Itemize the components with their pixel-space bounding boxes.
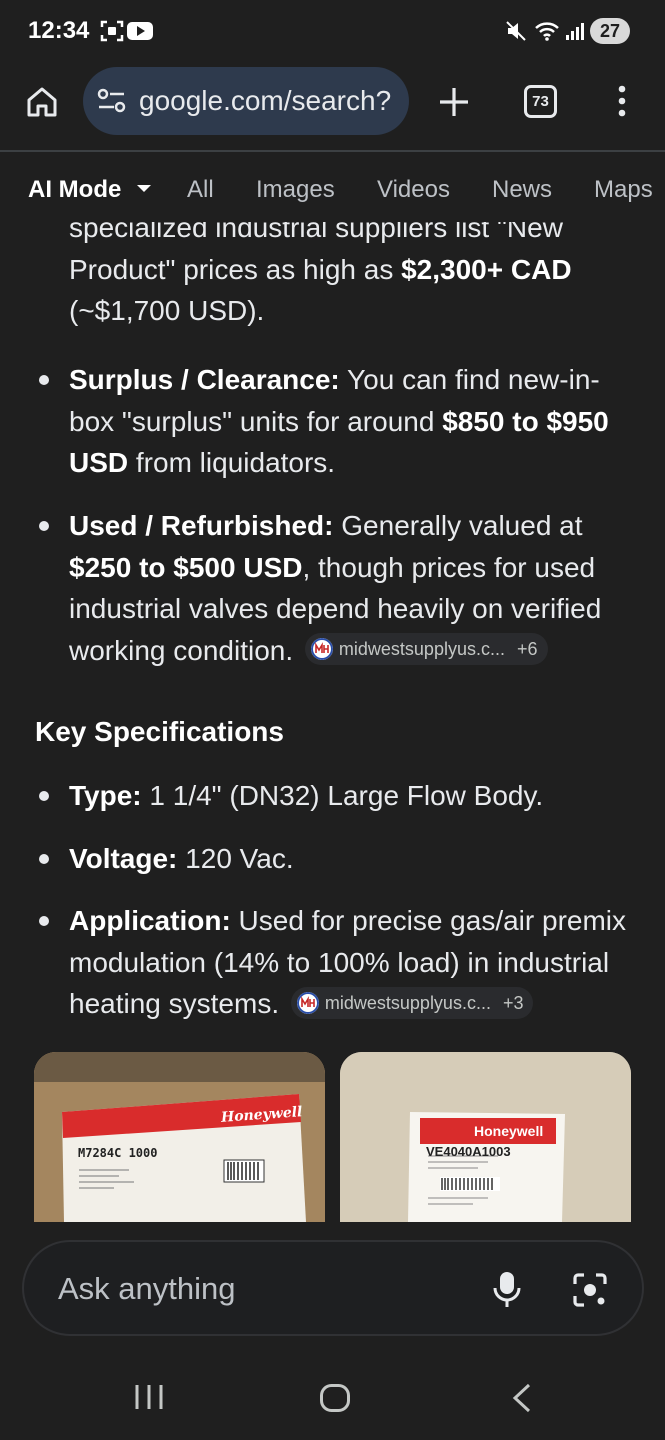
bullet	[39, 791, 49, 801]
product-photo-1	[34, 1052, 325, 1222]
bullet-label: Type:	[69, 780, 142, 811]
bullet-label: Used / Refurbished:	[69, 510, 334, 541]
answer-text: , though prices for used	[302, 551, 596, 583]
answer-line: Type: 1 1/4" (DN32) Large Flow Body.	[69, 775, 639, 817]
answer-line: Voltage: 120 Vac.	[69, 838, 639, 880]
url-text: google.com/search?	[139, 85, 392, 116]
answer-text: Used for precise gas/air premix	[230, 905, 627, 936]
answer-text: Product" prices as high as	[69, 253, 402, 285]
answer-text: box "surplus" units for around	[69, 405, 443, 437]
tab-news[interactable]: News	[492, 176, 552, 204]
answer-price: $2,300+ CAD	[401, 253, 572, 285]
answer-line: (~$1,700 USD).	[69, 295, 265, 326]
answer-line: Product" prices as high as $2,300+ CAD	[69, 249, 639, 291]
home-nav-icon[interactable]	[319, 1383, 351, 1413]
key-specifications-heading: Key Specifications	[35, 716, 284, 747]
system-nav-bar	[0, 1355, 665, 1440]
answer-text: heating systems.	[69, 988, 280, 1019]
answer-line: industrial valves depend heavily on veri…	[69, 593, 602, 624]
status-time: 12:34	[28, 17, 90, 44]
answer-text: 120 Vac.	[177, 843, 294, 874]
youtube-icon	[127, 22, 153, 40]
tab-images[interactable]: Images	[256, 176, 335, 204]
product-model: M7284C 1000	[78, 1146, 158, 1160]
citation-source: midwestsupplyus.c...	[324, 992, 491, 1013]
citation-count: +3	[502, 992, 524, 1013]
back-icon[interactable]	[510, 1383, 534, 1413]
bullet	[39, 375, 49, 385]
product-image-2[interactable]: Honeywell VE4040A1003	[340, 1052, 631, 1222]
product-model: VE4040A1003	[426, 1144, 511, 1159]
tab-maps[interactable]: Maps	[594, 176, 653, 204]
answer-line: working condition. midwestsupplyus.c... +…	[69, 630, 639, 672]
answer-text: You can find new-in-	[339, 364, 600, 395]
bullet-label: Voltage:	[69, 843, 178, 874]
chevron-down-icon	[137, 185, 151, 192]
site-settings-icon[interactable]	[97, 88, 127, 114]
bullet	[39, 916, 49, 926]
battery-badge: 27	[590, 18, 630, 44]
tab-ai-mode-label: AI Mode	[28, 176, 122, 203]
status-bar: 12:34 27	[0, 0, 665, 62]
product-brand: Honeywell	[474, 1123, 544, 1139]
bullet-label: Surplus / Clearance:	[69, 364, 340, 395]
answer-price: $850 to $950	[442, 405, 609, 437]
answer-text: 1 1/4" (DN32) Large Flow Body.	[141, 780, 544, 811]
citation-chip[interactable]: midwestsupplyus.c... +6	[304, 633, 548, 666]
answer-partial-paragraph: specialized industrial suppliers list "N…	[69, 222, 639, 332]
answer-line: Application: Used for precise gas/air pr…	[69, 900, 639, 942]
answer-text: working condition.	[69, 634, 294, 666]
citation-source: midwestsupplyus.c...	[338, 639, 505, 660]
recents-icon[interactable]	[133, 1383, 165, 1411]
answer-line: Used / Refurbished: Generally valued at	[69, 505, 639, 547]
signal-icon	[566, 23, 584, 40]
answer-text: Generally valued at	[333, 510, 583, 541]
type-bullet: Type: 1 1/4" (DN32) Large Flow Body.	[69, 775, 639, 817]
mute-icon	[506, 21, 526, 41]
answer-line: specialized industrial suppliers list "N…	[69, 222, 563, 243]
voltage-bullet: Voltage: 120 Vac.	[69, 838, 639, 880]
answer-text: from liquidators.	[128, 447, 336, 478]
bullet-label: Application:	[69, 905, 231, 936]
answer-line: Surplus / Clearance: You can find new-in…	[69, 359, 639, 401]
home-icon[interactable]	[24, 84, 60, 120]
lens-icon[interactable]	[572, 1272, 608, 1308]
mic-icon[interactable]	[492, 1270, 522, 1310]
wifi-icon	[535, 22, 559, 41]
midwest-supply-logo-icon	[310, 638, 333, 661]
surplus-bullet: Surplus / Clearance: You can find new-in…	[69, 359, 639, 484]
ask-placeholder: Ask anything	[58, 1271, 236, 1306]
application-bullet: Application: Used for precise gas/air pr…	[69, 900, 639, 1025]
browser-toolbar: google.com/search? 73	[0, 62, 665, 150]
tab-all[interactable]: All	[187, 176, 214, 204]
ask-anything-input[interactable]: Ask anything	[22, 1240, 644, 1336]
answer-line: heating systems. midwestsupplyus.c... +3	[69, 983, 639, 1025]
product-image-1[interactable]: Honeywell M7284C 1000	[34, 1052, 325, 1222]
ai-answer-content: specialized industrial suppliers list "N…	[0, 222, 665, 1222]
answer-line: $250 to $500 USD, though prices for used	[69, 547, 639, 589]
new-tab-icon[interactable]	[437, 85, 471, 119]
tab-ai-mode[interactable]: AI Mode	[28, 176, 152, 204]
citation-chip[interactable]: midwestsupplyus.c... +3	[290, 986, 534, 1019]
answer-line: modulation (14% to 100% load) in industr…	[69, 946, 610, 978]
tab-videos[interactable]: Videos	[377, 176, 450, 204]
address-bar[interactable]: google.com/search?	[83, 67, 409, 135]
citation-count: +6	[516, 639, 538, 660]
answer-price: USD	[69, 447, 129, 478]
used-bullet: Used / Refurbished: Generally valued at …	[69, 505, 639, 671]
screenshot-icon	[100, 20, 124, 42]
midwest-supply-logo-icon	[296, 991, 319, 1014]
answer-line: box "surplus" units for around $850 to $…	[69, 401, 639, 443]
menu-icon[interactable]	[612, 84, 632, 120]
answer-line: USD from liquidators.	[69, 442, 639, 484]
bullet	[39, 854, 49, 864]
search-mode-tabs: AI Mode All Images Videos News Maps	[0, 152, 665, 222]
answer-price: $250 to $500 USD	[69, 551, 303, 583]
bullet	[39, 521, 49, 531]
tab-switcher-button[interactable]: 73	[524, 85, 557, 118]
